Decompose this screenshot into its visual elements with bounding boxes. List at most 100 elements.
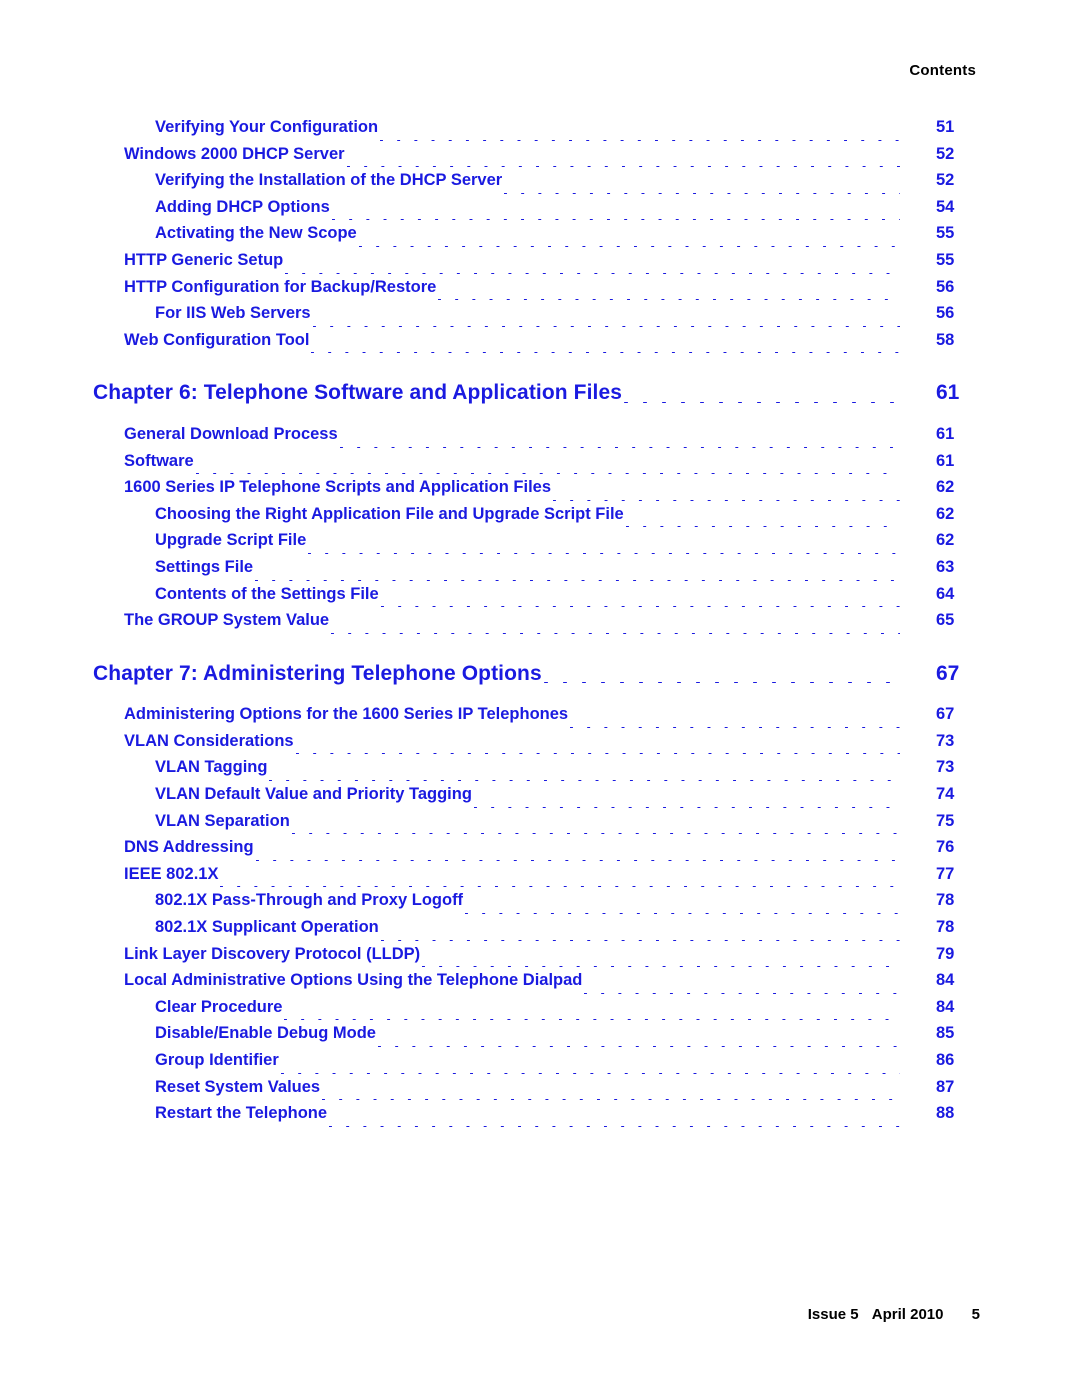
dot-leader — [339, 446, 900, 448]
toc-entry-page-number: 75 — [936, 811, 955, 830]
toc-entry-row[interactable]: Disable/Enable Debug Mode 85 — [0, 1024, 1080, 1051]
toc-entry-page-number: 64 — [936, 584, 955, 603]
toc-entry-title: Verifying Your Configuration — [155, 118, 379, 136]
toc-entry-page-number: 56 — [936, 304, 955, 323]
toc-entry-title: Group Identifier — [155, 1051, 279, 1069]
toc-entry-title: Choosing the Right Application File and … — [155, 504, 624, 523]
toc-entry-row[interactable]: Upgrade Script File 62 — [0, 531, 1080, 558]
toc-entry-row[interactable]: Local Administrative Options Using the T… — [0, 971, 1080, 998]
toc-entry-page-number: 79 — [936, 944, 955, 963]
toc-entry-page-number: 62 — [936, 478, 955, 497]
toc-entry-title: 802.1X Pass-Through and Proxy Logoff — [155, 891, 464, 910]
page-footer: Issue 5 April 2010 5 — [0, 1306, 980, 1323]
toc-entry-row[interactable]: 802.1X Supplicant Operation 78 — [0, 918, 1080, 945]
toc-entry-title: Settings File — [155, 557, 254, 576]
toc-entry-page-number: 65 — [936, 611, 955, 630]
toc-entry-title: Chapter 7: Administering Telephone Optio… — [93, 661, 542, 685]
toc-entry-title: Chapter 6: Telephone Software and Applic… — [93, 381, 623, 405]
toc-entry-page-number: 52 — [936, 144, 955, 163]
toc-entry-page-number: 55 — [936, 250, 955, 269]
toc-entry-page-number: 62 — [936, 504, 955, 523]
toc-entry-row[interactable]: 802.1X Pass-Through and Proxy Logoff 78 — [0, 891, 1080, 918]
toc-entry-row[interactable]: HTTP Configuration for Backup/Restore 56 — [0, 278, 1080, 305]
dot-leader — [220, 886, 900, 888]
toc-entry-row[interactable]: Reset System Values 87 — [0, 1078, 1080, 1105]
dot-leader — [255, 859, 900, 861]
toc-entry-row[interactable]: 1600 Series IP Telephone Scripts and App… — [0, 478, 1080, 505]
dot-leader — [584, 992, 900, 994]
toc-entry-page-number: 85 — [936, 1024, 955, 1043]
toc-entry-row[interactable]: VLAN Considerations 73 — [0, 732, 1080, 759]
toc-entry-row[interactable]: Adding DHCP Options 54 — [0, 198, 1080, 225]
toc-entry-page-number: 55 — [936, 224, 955, 243]
toc-entry-title: 1600 Series IP Telephone Scripts and App… — [124, 478, 552, 497]
toc-entry-row[interactable]: DNS Addressing 76 — [0, 838, 1080, 865]
dot-leader — [346, 166, 900, 168]
toc-entry-row[interactable]: General Download Process 61 — [0, 425, 1080, 452]
toc-entry-row[interactable]: Software 61 — [0, 452, 1080, 479]
footer-date: April 2010 — [871, 1306, 944, 1323]
toc-entry-row[interactable]: Settings File 63 — [0, 558, 1080, 585]
toc-entry-row[interactable]: VLAN Separation 75 — [0, 812, 1080, 839]
dot-leader — [380, 939, 900, 941]
toc-entry-page-number: 61 — [936, 424, 955, 443]
toc-entry-title: VLAN Default Value and Priority Tagging — [155, 785, 472, 804]
toc-entry-page-number: 78 — [936, 891, 955, 910]
toc-entry-row[interactable]: Administering Options for the 1600 Serie… — [0, 705, 1080, 732]
toc-entry-row[interactable]: Activating the New Scope 55 — [0, 224, 1080, 251]
dot-leader — [285, 272, 900, 274]
toc-entry-page-number: 86 — [936, 1051, 955, 1069]
dot-leader — [358, 245, 900, 247]
dot-leader — [625, 526, 900, 528]
dot-leader — [195, 473, 900, 475]
toc-entry-row[interactable]: Windows 2000 DHCP Server 52 — [0, 145, 1080, 172]
toc-entry-page-number: 58 — [936, 330, 955, 349]
toc-entry-title: 802.1X Supplicant Operation — [155, 918, 379, 937]
dot-leader — [311, 352, 900, 354]
running-header: Contents — [909, 62, 976, 79]
toc-entry-row[interactable]: IEEE 802.1X 77 — [0, 865, 1080, 892]
toc-chapter-row[interactable]: Chapter 7: Administering Telephone Optio… — [0, 662, 1080, 689]
dot-leader — [295, 753, 900, 755]
toc-entry-page-number: 67 — [936, 661, 960, 685]
dot-leader — [329, 1125, 900, 1127]
toc-entry-title: Restart the Telephone — [155, 1104, 328, 1123]
toc-entry-row[interactable]: Verifying Your Configuration 51 — [0, 118, 1080, 145]
toc-entry-title: Verifying the Installation of the DHCP S… — [155, 171, 503, 190]
toc-entry-row[interactable]: Link Layer Discovery Protocol (LLDP) 79 — [0, 945, 1080, 972]
toc-entry-row[interactable]: HTTP Generic Setup 55 — [0, 251, 1080, 278]
toc-entry-page-number: 63 — [936, 557, 955, 576]
toc-entry-row[interactable]: The GROUP System Value 65 — [0, 611, 1080, 638]
toc-entry-title: VLAN Separation — [155, 811, 290, 830]
footer-issue: Issue 5 — [807, 1306, 859, 1323]
dot-leader — [380, 139, 900, 141]
toc-entry-row[interactable]: Restart the Telephone 88 — [0, 1104, 1080, 1131]
toc-chapter-row[interactable]: Chapter 6: Telephone Software and Applic… — [0, 381, 1080, 408]
toc-entry-row[interactable]: Clear Procedure 84 — [0, 998, 1080, 1025]
toc-entry-row[interactable]: Group Identifier 86 — [0, 1051, 1080, 1078]
toc-entry-row[interactable]: For IIS Web Servers 56 — [0, 304, 1080, 331]
toc-entry-row[interactable]: Verifying the Installation of the DHCP S… — [0, 171, 1080, 198]
toc-entry-row[interactable]: VLAN Tagging 73 — [0, 758, 1080, 785]
toc-entry-title: Disable/Enable Debug Mode — [155, 1024, 376, 1043]
toc-entry-title: Adding DHCP Options — [155, 197, 330, 216]
dot-leader — [422, 966, 900, 968]
toc-entry-title: Reset System Values — [155, 1077, 321, 1096]
table-of-contents: Verifying Your Configuration 51 Windows 20… — [0, 118, 1080, 1131]
toc-entry-row[interactable]: Contents of the Settings File 64 — [0, 585, 1080, 612]
toc-entry-title: Contents of the Settings File — [155, 584, 379, 603]
dot-leader — [331, 632, 900, 634]
toc-entry-title: IEEE 802.1X — [124, 864, 219, 883]
toc-entry-title: Upgrade Script File — [155, 531, 307, 550]
toc-entry-page-number: 56 — [936, 277, 955, 296]
toc-entry-title: Administering Options for the 1600 Serie… — [124, 705, 569, 724]
toc-entry-title: Web Configuration Tool — [124, 330, 310, 349]
toc-entry-title: Local Administrative Options Using the T… — [124, 971, 583, 990]
toc-entry-title: Windows 2000 DHCP Server — [124, 144, 345, 163]
dot-leader — [255, 579, 900, 581]
toc-entry-page-number: 51 — [936, 118, 955, 136]
toc-entry-page-number: 76 — [936, 838, 955, 857]
toc-entry-row[interactable]: VLAN Default Value and Priority Tagging 7… — [0, 785, 1080, 812]
toc-entry-row[interactable]: Choosing the Right Application File and … — [0, 505, 1080, 532]
toc-entry-row[interactable]: Web Configuration Tool 58 — [0, 331, 1080, 358]
